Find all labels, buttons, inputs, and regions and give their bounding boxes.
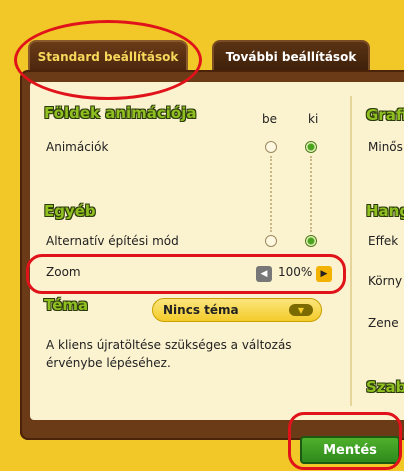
music-label: Zene <box>368 316 399 330</box>
tab-more-settings[interactable]: További beállítások <box>212 40 370 72</box>
section-rules: Szab <box>366 378 404 396</box>
section-theme: Téma <box>44 296 89 314</box>
animations-off-radio[interactable] <box>305 141 317 153</box>
effects-label: Effek <box>368 234 399 248</box>
section-ground-animation: Földek animációja <box>44 104 197 122</box>
theme-select-value: Nincs téma <box>163 303 239 317</box>
alt-build-on-radio[interactable] <box>265 235 277 247</box>
zoom-row: Zoom ◀ 100% ▶ <box>36 262 332 284</box>
chevron-left-icon: ◀ <box>260 269 268 279</box>
section-sound: Hang <box>366 202 404 220</box>
dotted-line <box>270 156 272 232</box>
alt-build-off-radio[interactable] <box>305 235 317 247</box>
theme-select[interactable]: Nincs téma ▼ <box>152 298 322 322</box>
zoom-value: 100% <box>278 265 313 279</box>
animations-label: Animációk <box>46 140 109 154</box>
column-off-label: ki <box>308 112 319 126</box>
zoom-increase-button[interactable]: ▶ <box>316 266 332 282</box>
section-graphics: Grafi <box>366 106 404 124</box>
settings-window: Standard beállítások További beállítások… <box>0 0 404 471</box>
alt-build-mode-label: Alternatív építési mód <box>46 234 179 248</box>
save-button[interactable]: Mentés <box>300 436 400 464</box>
chevron-down-icon: ▼ <box>289 304 313 316</box>
column-on-label: be <box>262 112 277 126</box>
chevron-right-icon: ▶ <box>320 269 328 279</box>
quality-label: Minős <box>368 140 403 154</box>
section-other: Egyéb <box>44 202 96 220</box>
dotted-line <box>310 156 312 232</box>
animations-on-radio[interactable] <box>265 141 277 153</box>
reload-note: A kliens újratöltése szükséges a változá… <box>46 338 292 370</box>
zoom-label: Zoom <box>46 265 81 279</box>
environment-label: Körny <box>368 274 403 288</box>
tab-standard-settings[interactable]: Standard beállítások <box>28 40 188 72</box>
column-divider <box>350 96 352 406</box>
zoom-decrease-button[interactable]: ◀ <box>256 266 272 282</box>
